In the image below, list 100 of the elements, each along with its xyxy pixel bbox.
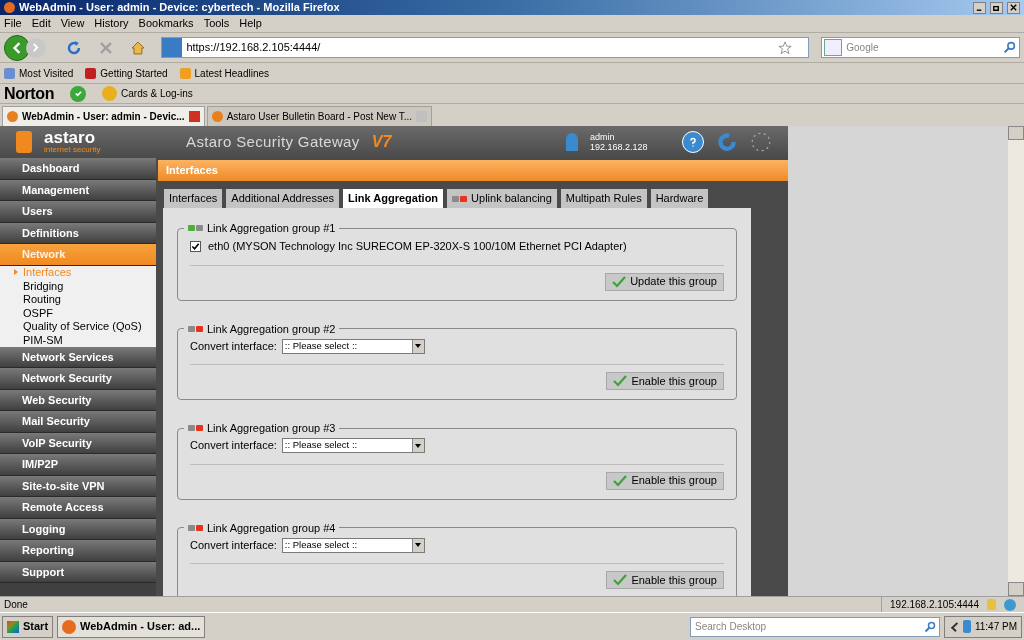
status-text: Done (3, 598, 29, 612)
sidebar-item[interactable]: Mail Security (0, 411, 156, 433)
sidebar-item[interactable]: VoIP Security (0, 432, 156, 454)
menu-item[interactable]: Help (239, 15, 262, 32)
scroll-down-button[interactable] (1008, 582, 1024, 596)
menu-item[interactable]: File (4, 15, 22, 32)
sidebar-subitem[interactable]: PIM-SM (0, 333, 156, 347)
sidebar-item[interactable]: IM/P2P (0, 454, 156, 476)
sidebar-item[interactable]: Web Security (0, 389, 156, 411)
sidebar-item[interactable]: Site-to-site VPN (0, 475, 156, 497)
field-label: Convert interface: (190, 338, 277, 354)
status-check-icon[interactable] (70, 85, 87, 102)
checkmark-icon (613, 574, 628, 586)
sidebar-subitem[interactable]: Routing (0, 292, 156, 306)
user-ip: 192.168.2.128 (590, 142, 649, 152)
group-action-button[interactable]: Enable this group (606, 471, 724, 490)
forward-button[interactable] (25, 37, 46, 58)
browser-tab[interactable]: Astaro User Bulletin Board - Post New T... (206, 106, 433, 126)
group-title: Link Aggregation group #4 (207, 520, 336, 536)
scrollbar[interactable] (1008, 126, 1024, 596)
group-action-button[interactable]: Enable this group (606, 372, 724, 390)
checkmark-icon (613, 375, 628, 387)
tab[interactable]: Interfaces (164, 189, 223, 208)
group-action-button[interactable]: Enable this group (606, 571, 724, 589)
bookmark-link[interactable]: Getting Started (85, 65, 168, 81)
interface-checkbox[interactable] (190, 241, 201, 252)
help-button[interactable] (682, 131, 704, 153)
sidebar-item[interactable]: Logging (0, 518, 156, 540)
interface-label: eth0 (MYSON Technology Inc SURECOM EP-320X-S 100/10M Ethernet PCI Adapter) (208, 239, 627, 255)
sidebar-subitem[interactable]: Bridging (0, 279, 156, 293)
product-name: Astaro Security Gateway (186, 131, 360, 152)
sidebar-item[interactable]: Remote Access (0, 497, 156, 519)
refresh-icon[interactable] (716, 131, 738, 153)
back-button[interactable] (4, 34, 30, 61)
restore-icon (992, 3, 1001, 12)
search-icon[interactable] (1002, 41, 1016, 54)
group-action-button[interactable]: Update this group (605, 272, 724, 291)
sidebar-item[interactable]: Support (0, 561, 156, 583)
field-label: Convert interface: (190, 438, 277, 454)
interface-select[interactable]: :: Please select :: (281, 537, 425, 553)
tab[interactable]: Multipath Rules (560, 189, 647, 208)
norton-status-icon (1004, 598, 1016, 611)
star-icon[interactable] (778, 40, 793, 55)
scroll-up-button[interactable] (1008, 126, 1024, 140)
restore-button[interactable] (990, 1, 1003, 14)
address-bar[interactable]: https://192.168.2.105:4444/ (161, 37, 810, 58)
tab[interactable]: Uplink balancing (447, 189, 557, 208)
desktop-search-field[interactable]: Search Desktop (690, 616, 940, 637)
clock: 11:47 PM (974, 620, 1017, 634)
menu-item[interactable]: History (94, 15, 129, 32)
reload-icon[interactable] (65, 39, 82, 56)
interface-select[interactable]: :: Please select :: (281, 438, 425, 453)
tab[interactable]: Link Aggregation (343, 189, 444, 208)
checkmark-icon (613, 474, 628, 487)
sidebar-item[interactable]: Network Security (0, 368, 156, 390)
menu-item[interactable]: View (60, 15, 85, 32)
spinner-icon (750, 131, 772, 153)
sidebar-subitem[interactable]: Quality of Service (QoS) (0, 319, 156, 333)
firefox-icon (4, 2, 15, 13)
logo-tagline: internet security (44, 146, 102, 154)
sidebar-item[interactable]: Network Services (0, 346, 156, 368)
menu-item[interactable]: Tools (203, 15, 230, 32)
search-field[interactable]: Google (821, 37, 1020, 58)
group-title: Link Aggregation group #1 (207, 221, 336, 236)
tab-close-icon[interactable] (188, 111, 200, 122)
sidebar-subitem[interactable]: OSPF (0, 306, 156, 320)
page-title-bar: Interfaces (158, 160, 788, 181)
menu-item[interactable]: Bookmarks (138, 15, 194, 32)
group-title: Link Aggregation group #3 (207, 421, 336, 436)
logo-text: astaro (44, 130, 97, 146)
bookmark-link[interactable]: Most Visited (4, 65, 74, 81)
cards-logins-menu[interactable]: Cards & Log-ins (102, 86, 193, 101)
norton-menu[interactable]: Norton (4, 81, 55, 106)
caret-icon (14, 268, 18, 275)
sidebar-item[interactable]: Reporting (0, 540, 156, 562)
search-icon[interactable] (924, 620, 936, 633)
sidebar-item[interactable]: Management (0, 179, 156, 201)
home-icon[interactable] (129, 39, 146, 56)
menu-item[interactable]: Edit (31, 15, 51, 32)
interface-select[interactable]: :: Please select :: (281, 338, 425, 354)
user-name: admin (590, 132, 616, 142)
taskbar-task[interactable]: WebAdmin - User: ad... (57, 615, 206, 638)
minimize-button[interactable] (973, 1, 986, 14)
close-button[interactable] (1007, 1, 1020, 14)
start-button[interactable]: Start (2, 615, 54, 638)
tab[interactable]: Hardware (650, 189, 709, 208)
bookmark-link[interactable]: Latest Headlines (179, 65, 270, 81)
close-icon (1009, 3, 1018, 12)
browser-tab[interactable]: WebAdmin - User: admin - Devic... (2, 106, 205, 126)
question-mark-icon (688, 137, 698, 147)
user-icon (566, 133, 578, 151)
window-title: WebAdmin - User: admin - Device: cybertech - Mozilla Firefox (19, 0, 341, 16)
sidebar-item[interactable]: Dashboard (0, 158, 156, 180)
sidebar-item[interactable]: Definitions (0, 222, 156, 244)
sidebar-item[interactable]: Users (0, 201, 156, 223)
version-label: V7 (371, 132, 392, 152)
group-title: Link Aggregation group #2 (207, 321, 336, 337)
tab[interactable]: Additional Addresses (226, 189, 340, 208)
checkmark-icon (612, 275, 627, 288)
astaro-logo-icon (16, 131, 32, 153)
